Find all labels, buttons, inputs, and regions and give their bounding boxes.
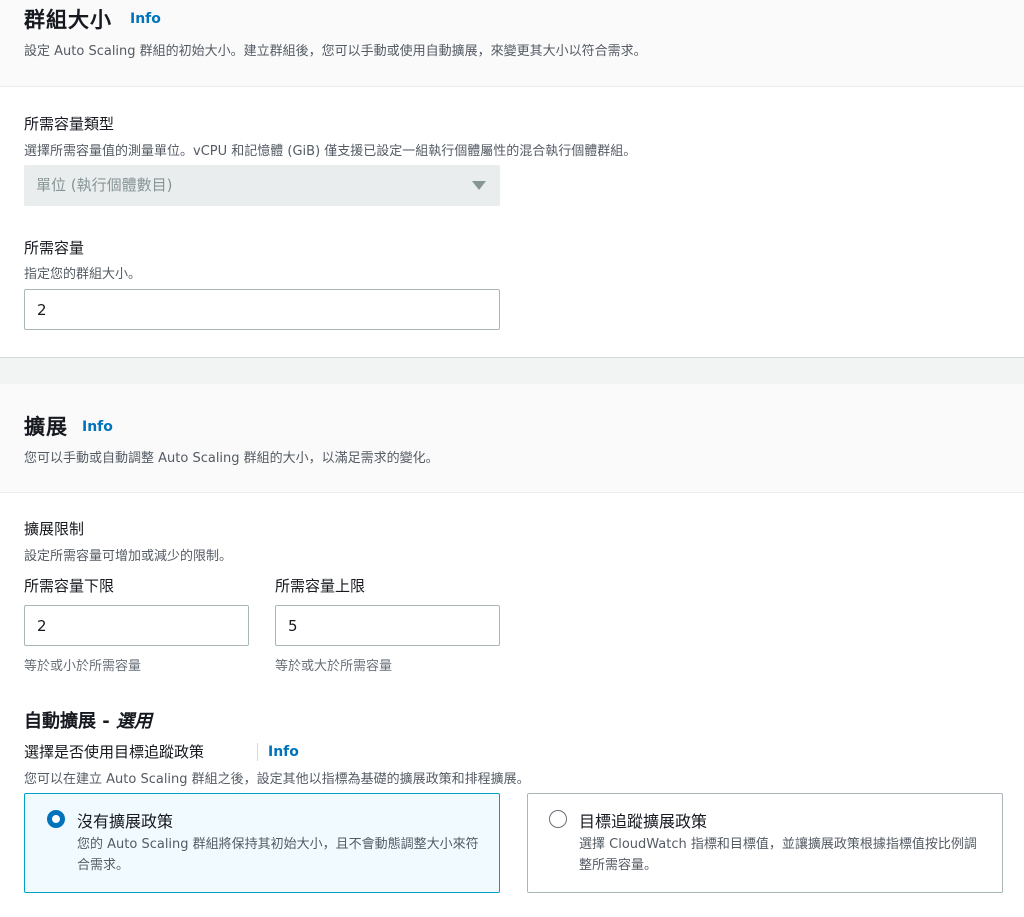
no-scaling-policy-tile[interactable]: 沒有擴展政策 您的 Auto Scaling 群組將保持其初始大小，且不會動態調… [24, 793, 500, 893]
policy-choice-label: 選擇是否使用目標追蹤政策 [24, 743, 205, 761]
group-size-title: 群組大小 [24, 8, 112, 32]
min-capacity-constraint: 等於或小於所需容量 [24, 659, 142, 674]
target-tracking-policy-description: 選擇 CloudWatch 指標和目標值，並讓擴展政策根據指標值按比例調整所需容… [579, 837, 977, 873]
scaling-limits-label: 擴展限制 [24, 520, 85, 538]
capacity-type-selected-value: 單位 (執行個體數目) [36, 176, 173, 194]
capacity-type-description: 選擇所需容量值的測量單位。vCPU 和記憶體 (GiB) 僅支援已設定一組執行個… [24, 144, 637, 159]
capacity-type-select[interactable]: 單位 (執行個體數目) [24, 165, 500, 206]
scaling-description: 您可以手動或自動調整 Auto Scaling 群組的大小，以滿足需求的變化。 [24, 451, 439, 466]
max-capacity-label: 所需容量上限 [275, 577, 366, 595]
min-capacity-input[interactable]: 2 [24, 605, 249, 646]
capacity-type-label: 所需容量類型 [24, 115, 115, 133]
desired-capacity-label: 所需容量 [24, 239, 85, 257]
scaling-info-link[interactable]: Info [82, 419, 113, 435]
auto-scaling-heading: 自動擴展 - 選用 [24, 707, 152, 733]
target-tracking-policy-tile[interactable]: 目標追蹤擴展政策 選擇 CloudWatch 指標和目標值，並讓擴展政策根據指標… [527, 793, 1003, 893]
no-scaling-policy-title: 沒有擴展政策 [77, 812, 174, 831]
group-size-info-link[interactable]: Info [130, 11, 161, 27]
policy-choice-description: 您可以在建立 Auto Scaling 群組之後，設定其他以指標為基礎的擴展政策… [24, 772, 530, 787]
max-capacity-input[interactable]: 5 [275, 605, 500, 646]
caret-down-icon [472, 181, 486, 190]
desired-capacity-description: 指定您的群組大小。 [24, 267, 142, 282]
no-scaling-policy-description: 您的 Auto Scaling 群組將保持其初始大小，且不會動態調整大小來符合需… [77, 837, 479, 873]
scaling-limits-description: 設定所需容量可增加或減少的限制。 [24, 549, 233, 564]
desired-capacity-input[interactable]: 2 [24, 289, 500, 330]
target-tracking-policy-title: 目標追蹤擴展政策 [579, 812, 708, 831]
policy-info-link[interactable]: Info [268, 744, 299, 760]
scaling-title: 擴展 [24, 415, 68, 439]
label-divider [257, 743, 258, 761]
radio-selected-icon[interactable] [47, 810, 65, 828]
scaling-header [0, 384, 1024, 493]
section-separator [0, 357, 1024, 385]
min-capacity-label: 所需容量下限 [24, 577, 115, 595]
auto-scaling-optional: 選用 [116, 711, 153, 732]
auto-scaling-title: 自動擴展 - [24, 711, 117, 732]
max-capacity-constraint: 等於或大於所需容量 [275, 659, 393, 674]
group-size-description: 設定 Auto Scaling 群組的初始大小。建立群組後，您可以手動或使用自動… [24, 44, 647, 59]
radio-unselected-icon[interactable] [549, 810, 567, 828]
